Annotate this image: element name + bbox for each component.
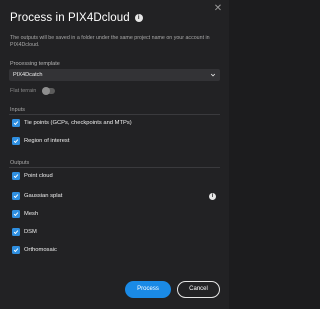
checkbox-row-point-cloud[interactable]: Point cloud <box>12 172 53 180</box>
template-select-value: PIX4Dcatch <box>13 72 43 78</box>
checkmark-icon <box>13 194 19 199</box>
checkbox-mesh[interactable] <box>12 210 20 218</box>
checkbox-label: Orthomosaic <box>24 247 57 253</box>
chevron-down-icon <box>210 73 216 77</box>
info-icon[interactable]: i <box>134 14 143 22</box>
checkbox-row-tie-points[interactable]: Tie points (GCPs, checkpoints and MTPs) <box>12 119 132 127</box>
checkmark-icon <box>13 230 19 235</box>
template-label: Processing template <box>10 61 60 67</box>
checkbox-label: DSM <box>24 229 37 235</box>
template-select[interactable]: PIX4Dcatch <box>9 69 220 81</box>
process-dialog: ✕ Process in PIX4Dcloud i The outputs wi… <box>0 0 229 309</box>
cancel-button[interactable]: Cancel <box>177 281 220 298</box>
checkbox-tie-points[interactable] <box>12 119 20 127</box>
gaussian-splat-info-icon[interactable]: i <box>209 193 216 200</box>
title-row: Process in PIX4Dcloud i <box>10 12 143 24</box>
close-icon[interactable]: ✕ <box>213 4 223 14</box>
checkmark-icon <box>13 174 19 179</box>
checkbox-label: Point cloud <box>24 173 53 179</box>
checkbox-orthomosaic[interactable] <box>12 246 20 254</box>
checkbox-row-mesh[interactable]: Mesh <box>12 210 38 218</box>
flat-terrain-label: Flat terrain <box>10 88 37 94</box>
inputs-section-label: Inputs <box>10 107 25 113</box>
checkbox-row-region-of-interest[interactable]: Region of interest <box>12 137 69 145</box>
outputs-section-label: Outputs <box>10 160 30 166</box>
outputs-divider <box>9 167 220 168</box>
checkbox-label: Region of interest <box>24 138 70 144</box>
checkbox-label: Mesh <box>24 211 39 217</box>
checkmark-icon <box>13 139 19 144</box>
flat-terrain-toggle[interactable] <box>42 87 56 95</box>
checkbox-row-orthomosaic[interactable]: Orthomosaic <box>12 246 57 254</box>
checkbox-dsm[interactable] <box>12 228 20 236</box>
checkbox-label: Tie points (GCPs, checkpoints and MTPs) <box>24 120 132 126</box>
dialog-title: Process in PIX4Dcloud <box>10 12 130 24</box>
dialog-description: The outputs will be saved in a folder un… <box>10 35 210 48</box>
checkbox-gaussian-splat[interactable] <box>12 192 20 200</box>
process-button[interactable]: Process <box>125 281 171 298</box>
toggle-knob <box>42 87 51 95</box>
flat-terrain-row: Flat terrain <box>10 87 56 95</box>
checkmark-icon <box>13 248 19 253</box>
checkbox-row-dsm[interactable]: DSM <box>12 228 37 236</box>
inputs-divider <box>9 114 220 115</box>
checkmark-icon <box>13 212 19 217</box>
checkbox-row-gaussian-splat[interactable]: Gaussian splat <box>12 192 62 200</box>
checkbox-region-of-interest[interactable] <box>12 137 20 145</box>
checkbox-point-cloud[interactable] <box>12 172 20 180</box>
checkmark-icon <box>13 121 19 126</box>
checkbox-label: Gaussian splat <box>24 193 63 199</box>
